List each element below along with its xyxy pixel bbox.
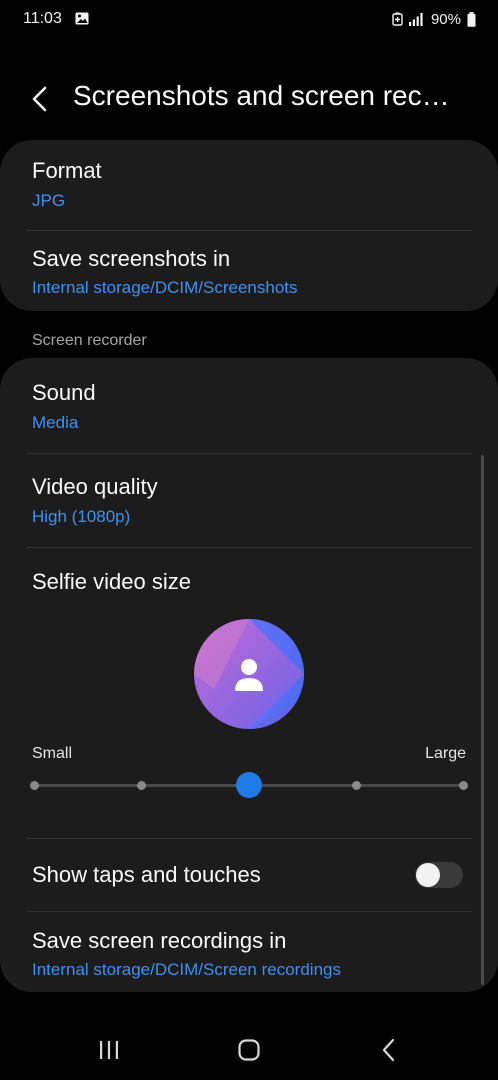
selfie-video-size-title: Selfie video size (32, 569, 191, 594)
selfie-size-slider-thumb[interactable] (236, 772, 262, 798)
gallery-icon (75, 12, 89, 25)
save-screenshots-setting[interactable]: Save screenshots in Internal storage/DCI… (0, 231, 498, 311)
signal-icon (408, 13, 423, 26)
status-time: 11:03 (23, 10, 62, 27)
video-quality-setting[interactable]: Video quality High (1080p) (0, 454, 498, 547)
video-quality-value: High (1080p) (32, 507, 131, 526)
format-setting[interactable]: Format JPG (0, 140, 498, 230)
save-screenshots-value: Internal storage/DCIM/Screenshots (32, 278, 298, 297)
format-value: JPG (32, 191, 66, 210)
sound-value: Media (32, 413, 79, 432)
slider-stop[interactable] (352, 781, 361, 790)
recents-icon[interactable] (94, 1035, 124, 1065)
home-icon[interactable] (234, 1035, 264, 1065)
battery-percent: 90% (430, 10, 461, 28)
save-recordings-title: Save screen recordings in (32, 928, 287, 953)
scrollbar[interactable] (481, 455, 484, 985)
save-recordings-setting[interactable]: Save screen recordings in Internal stora… (0, 912, 498, 992)
divider (26, 547, 472, 548)
slider-stop[interactable] (459, 781, 468, 790)
back-arrow-icon[interactable] (24, 82, 58, 116)
sound-setting[interactable]: Sound Media (0, 358, 498, 453)
format-title: Format (32, 158, 102, 183)
sound-title: Sound (32, 380, 96, 405)
slider-min-label: Small (32, 745, 73, 762)
show-taps-toggle[interactable] (415, 862, 463, 888)
battery-icon (467, 11, 476, 27)
screenshots-card: Format JPG Save screenshots in Internal … (0, 140, 498, 311)
navigation-bar (0, 1020, 498, 1080)
section-label-screen-recorder: Screen recorder (32, 332, 147, 349)
selfie-preview-image (194, 619, 304, 729)
status-icons: 90% (392, 10, 476, 28)
save-screenshots-title: Save screenshots in (32, 246, 231, 271)
slider-max-label: Large (425, 745, 466, 762)
slider-stop[interactable] (137, 781, 146, 790)
show-taps-title: Show taps and touches (32, 862, 261, 887)
battery-saver-icon (392, 12, 403, 26)
page-title: Screenshots and screen rec… (73, 80, 450, 111)
back-icon[interactable] (374, 1035, 404, 1065)
save-recordings-value: Internal storage/DCIM/Screen recordings (32, 960, 341, 979)
toggle-knob (416, 863, 440, 887)
status-bar: 11:03 90% (0, 0, 498, 38)
slider-stop[interactable] (30, 781, 39, 790)
video-quality-title: Video quality (32, 474, 158, 499)
